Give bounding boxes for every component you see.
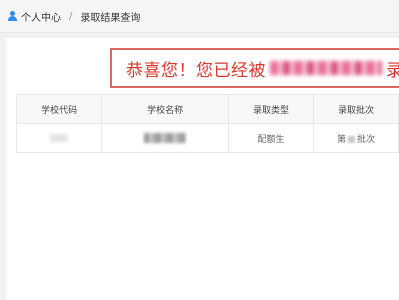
banner-prefix: 恭喜您！您已经被 (126, 60, 266, 81)
cell-admission-batch: 第批次 (312, 123, 399, 153)
user-icon (8, 11, 17, 21)
batch-prefix: 第 (336, 134, 346, 145)
banner-suffix: 录 (386, 56, 399, 81)
congrats-banner: 恭喜您！您已经被 录 (110, 48, 399, 88)
table-header-row: 学校代码 学校名称 录取类型 录取批次 (15, 94, 399, 124)
top-bar: 个人中心 / 录取结果查询 (0, 0, 399, 33)
header-admission-batch: 录取批次 (312, 94, 399, 124)
table-row: 配额生 第批次 (15, 123, 399, 153)
breadcrumb-separator: / (69, 10, 73, 22)
breadcrumb-current: 录取结果查询 (80, 12, 141, 24)
redacted-batch-number (347, 135, 355, 143)
cell-admission-type: 配额生 (227, 123, 314, 153)
redacted-school-name-cell (144, 132, 187, 143)
header-school-name: 学校名称 (101, 94, 229, 124)
breadcrumb-home-link[interactable]: 个人中心 (21, 9, 61, 24)
header-admission-type: 录取类型 (227, 94, 314, 124)
content-panel: 恭喜您！您已经被 录 学校代码 学校名称 录取类型 录取批次 配额生 第批次 (6, 38, 399, 300)
admission-result-table: 学校代码 学校名称 录取类型 录取批次 配额生 第批次 (15, 94, 399, 153)
cell-school-name (101, 123, 229, 153)
redacted-school-code (50, 133, 69, 142)
header-school-code: 学校代码 (15, 94, 103, 124)
batch-suffix: 批次 (356, 134, 375, 145)
cell-school-code (15, 123, 103, 153)
redacted-school-name (270, 61, 382, 75)
